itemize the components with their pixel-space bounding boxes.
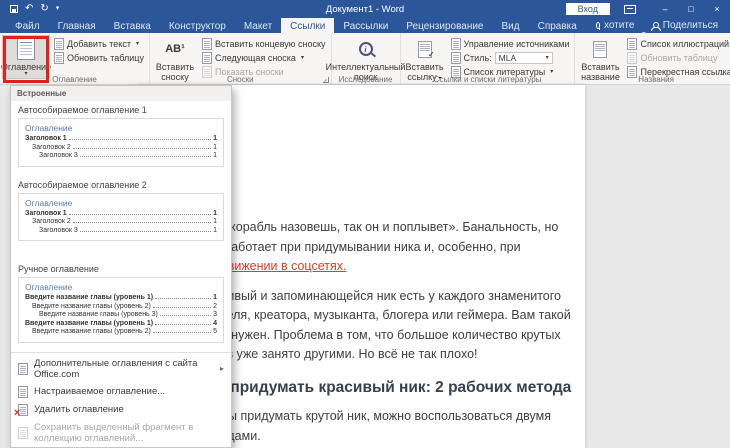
- update-table-icon: [54, 51, 64, 64]
- tab-mailings[interactable]: Рассылки: [334, 18, 397, 33]
- titlebar-controls: Вход – □ ×: [565, 0, 730, 18]
- group-label-captions: Названия: [638, 75, 674, 84]
- table-of-figures-icon: [627, 37, 638, 50]
- sign-in-button[interactable]: Вход: [565, 3, 610, 15]
- manage-sources-button[interactable]: Управление источниками: [449, 37, 572, 50]
- document-content: «Как корабль назовешь, так он и поплывет…: [200, 218, 580, 448]
- toc-icon: [15, 37, 37, 61]
- group-label-citations: Ссылки и списки литературы: [433, 75, 542, 84]
- gallery-manual-toc[interactable]: Ручное оглавление Оглавление Введите наз…: [11, 260, 231, 350]
- manage-sources-icon: [450, 37, 461, 50]
- tab-view[interactable]: Вид: [493, 18, 529, 33]
- custom-toc-icon: [18, 385, 28, 398]
- style-icon: [450, 51, 461, 64]
- paragraph-1: «Как корабль назовешь, так он и поплывет…: [200, 220, 559, 273]
- save-icon[interactable]: [10, 5, 18, 13]
- next-footnote-icon: [201, 51, 212, 64]
- save-selection-icon: [18, 426, 28, 439]
- update-figures-icon: [627, 51, 638, 64]
- next-footnote-button[interactable]: Следующая сноска: [200, 51, 328, 64]
- tell-me-box[interactable]: Что вы хотите сделать?: [595, 9, 651, 42]
- menu-item-save-selection: Сохранить выделенный фрагмент в коллекци…: [11, 419, 231, 447]
- toc-preview: Оглавление Заголовок 11 Заголовок 21 Заг…: [18, 192, 224, 241]
- undo-icon[interactable]: ↶: [25, 4, 33, 14]
- chevron-down-icon: ▾: [545, 55, 549, 61]
- toc-preview: Оглавление Заголовок 11 Заголовок 21 Заг…: [18, 118, 224, 167]
- maximize-button[interactable]: □: [678, 0, 704, 18]
- add-text-icon: [54, 37, 64, 50]
- redo-icon[interactable]: ↻: [40, 4, 48, 14]
- insert-endnote-button[interactable]: Вставить концевую сноску: [200, 37, 328, 50]
- group-label-research: Исследование: [338, 75, 393, 84]
- dropdown-section-header: Встроенные: [11, 86, 231, 101]
- group-footnotes: AB¹ Вставить сноску Вставить концевую сн…: [150, 33, 332, 84]
- gallery-auto-toc-1[interactable]: Автособираемое оглавление 1 Оглавление З…: [11, 101, 231, 174]
- update-figures-button: Обновить таблицу: [625, 51, 730, 64]
- ribbon-tab-row: Файл Главная Вставка Конструктор Макет С…: [0, 9, 730, 42]
- insert-caption-icon: [589, 37, 611, 61]
- table-of-figures-button[interactable]: Список иллюстраций: [625, 37, 730, 50]
- add-text-button[interactable]: Добавить текст: [52, 37, 146, 50]
- group-research: i Интеллектуальный поиск Исследование: [326, 33, 405, 84]
- toc-dropdown-menu: Встроенные Автособираемое оглавление 1 О…: [10, 85, 232, 448]
- toc-preview: Оглавление Введите название главы (урове…: [18, 277, 224, 343]
- office-toc-icon: [18, 362, 28, 375]
- submenu-arrow-icon: ▸: [219, 364, 224, 373]
- footnote-icon: AB¹: [165, 42, 185, 55]
- group-table-of-contents: Оглавление ▾ Добавить текст Обновить таб…: [0, 33, 150, 84]
- quick-access-toolbar: ↶ ↻ ▾: [10, 4, 59, 14]
- collapse-ribbon-icon[interactable]: ⌃: [718, 72, 725, 81]
- endnote-icon: [201, 37, 212, 50]
- insert-citation-icon: [414, 37, 436, 61]
- tab-references[interactable]: Ссылки: [281, 18, 335, 33]
- ribbon: Оглавление ▾ Добавить текст Обновить таб…: [0, 33, 730, 85]
- citation-style-row: Стиль: MLA ▾: [449, 51, 572, 64]
- tab-review[interactable]: Рецензирование: [397, 18, 492, 33]
- document-heading: Как придумать красивый ник: 2 рабочих ме…: [200, 378, 572, 396]
- tab-help[interactable]: Справка: [529, 18, 586, 33]
- person-icon: [650, 21, 661, 31]
- ribbon-display-options-icon[interactable]: [624, 4, 636, 14]
- minimize-button[interactable]: –: [652, 0, 678, 18]
- share-label: Поделиться: [662, 20, 718, 31]
- document-area: «Как корабль назовешь, так он и поплывет…: [0, 85, 730, 448]
- update-table-button[interactable]: Обновить таблицу: [52, 51, 146, 64]
- menu-item-remove-toc[interactable]: Удалить оглавление: [11, 401, 231, 419]
- group-label-footnotes: Сноски: [226, 75, 254, 84]
- close-button[interactable]: ×: [704, 0, 730, 18]
- paragraph-2: Красивый и запоминающейся ник есть у каж…: [200, 288, 571, 362]
- window-title: Документ1 - Word: [325, 3, 405, 15]
- tab-insert[interactable]: Вставка: [105, 18, 160, 33]
- group-captions: Вставить название Список иллюстраций Обн…: [575, 33, 730, 84]
- tab-design[interactable]: Конструктор: [160, 18, 235, 33]
- smart-lookup-icon: i: [355, 37, 377, 61]
- menu-separator: [11, 351, 231, 353]
- table-of-contents-button[interactable]: Оглавление ▾: [1, 34, 51, 80]
- menu-item-more-toc-office[interactable]: Дополнительные оглавления с сайта Office…: [11, 355, 231, 383]
- tab-home[interactable]: Главная: [49, 18, 105, 33]
- group-citations: Вставить ссылку Управление источниками С…: [401, 33, 576, 84]
- paragraph-3: Чтобы придумать крутой ник, можно воспол…: [200, 409, 552, 443]
- remove-toc-icon: [14, 403, 28, 419]
- word-window: ↶ ↻ ▾ Документ1 - Word Вход – □ × Файл Г…: [0, 0, 730, 448]
- qat-customize-icon[interactable]: ▾: [56, 4, 60, 14]
- share-button[interactable]: Поделиться: [650, 18, 718, 33]
- title-bar: ↶ ↻ ▾ Документ1 - Word Вход – □ ×: [0, 0, 730, 18]
- tab-layout[interactable]: Макет: [235, 18, 281, 33]
- lightbulb-icon: [595, 22, 600, 30]
- citation-style-select[interactable]: MLA ▾: [494, 51, 553, 64]
- tab-file[interactable]: Файл: [6, 18, 49, 33]
- gallery-auto-toc-2[interactable]: Автособираемое оглавление 2 Оглавление З…: [11, 176, 231, 249]
- menu-item-custom-toc[interactable]: Настраиваемое оглавление...: [11, 383, 231, 401]
- group-label-toc: Оглавление: [52, 75, 97, 84]
